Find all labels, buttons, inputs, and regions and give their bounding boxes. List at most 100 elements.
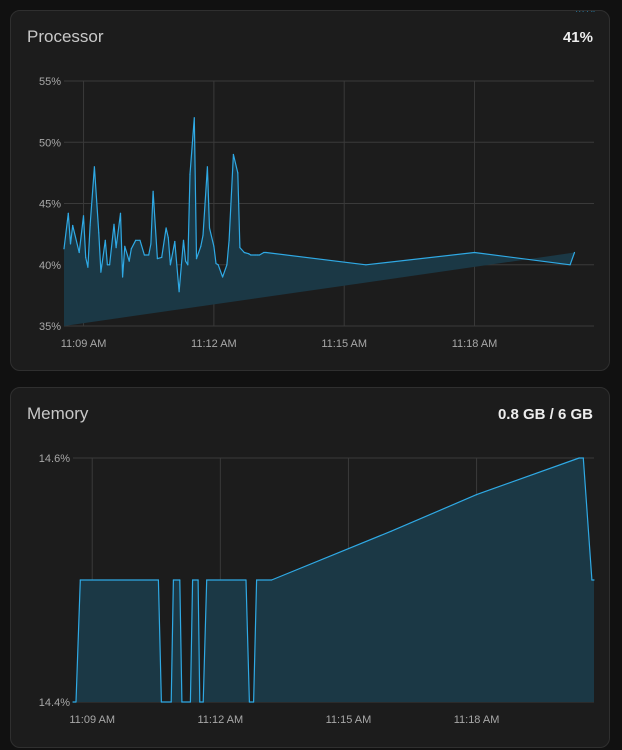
processor-x-tick-label: 11:09 AM xyxy=(61,338,107,350)
processor-data-point xyxy=(139,239,141,241)
processor-data-point xyxy=(167,237,169,239)
processor-data-point xyxy=(104,239,106,241)
processor-data-point xyxy=(239,247,241,249)
memory-data-point xyxy=(170,701,172,703)
processor-data-point xyxy=(187,264,189,266)
processor-data-point xyxy=(193,117,195,119)
memory-data-point xyxy=(271,579,273,581)
processor-data-point xyxy=(248,253,250,255)
processor-data-point xyxy=(185,260,187,262)
processor-data-point xyxy=(569,264,571,266)
processor-data-point xyxy=(106,264,108,266)
processor-data-point xyxy=(215,262,217,265)
processor-data-point xyxy=(200,245,202,247)
processor-data-point xyxy=(85,256,87,258)
processor-data-point xyxy=(78,251,80,254)
processor-data-point xyxy=(576,11,578,12)
processor-data-point xyxy=(135,239,137,241)
processor-y-tick-label: 40% xyxy=(39,260,61,272)
processor-data-point xyxy=(100,271,102,273)
processor-data-point xyxy=(365,264,367,266)
processor-x-tick-label: 11:18 AM xyxy=(452,338,498,350)
processor-data-point xyxy=(119,212,122,214)
memory-data-point xyxy=(578,457,580,459)
memory-data-point xyxy=(75,701,77,703)
processor-data-point xyxy=(208,227,211,229)
processor-data-point xyxy=(254,254,256,256)
memory-x-tick-label: 11:12 AM xyxy=(197,714,243,726)
processor-x-tick-label: 11:15 AM xyxy=(321,338,367,350)
processor-data-point xyxy=(217,264,219,266)
processor-data-point xyxy=(109,264,111,266)
processor-data-point xyxy=(72,224,74,227)
memory-data-point xyxy=(206,579,208,581)
processor-data-point xyxy=(263,251,265,254)
processor-data-point xyxy=(182,239,185,241)
processor-data-point xyxy=(258,254,261,256)
processor-data-point xyxy=(152,190,154,192)
processor-data-point xyxy=(178,291,180,293)
processor-y-tick-label: 45% xyxy=(39,199,61,211)
memory-y-tick-label: 14.6% xyxy=(39,453,70,465)
processor-data-point xyxy=(148,254,150,256)
memory-data-point xyxy=(172,579,174,581)
processor-data-point xyxy=(67,212,69,214)
processor-data-point xyxy=(98,232,100,234)
memory-data-point xyxy=(256,579,258,581)
processor-data-point xyxy=(237,172,239,174)
processor-data-point xyxy=(593,11,595,12)
memory-y-tick-label: 14.4% xyxy=(39,697,70,709)
processor-data-point xyxy=(582,11,584,12)
processor-data-point xyxy=(189,173,191,175)
processor-data-point xyxy=(122,276,124,278)
processor-data-point xyxy=(82,215,85,217)
memory-data-point xyxy=(157,579,159,581)
memory-data-point xyxy=(79,579,81,581)
memory-data-point xyxy=(390,530,392,532)
memory-data-point xyxy=(591,579,593,581)
processor-data-point xyxy=(156,258,158,260)
processor-data-point xyxy=(473,251,476,254)
memory-data-point xyxy=(202,701,204,703)
processor-data-point xyxy=(573,251,576,254)
processor-data-point xyxy=(250,254,252,256)
memory-data-point xyxy=(199,701,201,703)
memory-data-point xyxy=(181,701,183,703)
processor-data-point xyxy=(93,166,95,168)
processor-x-tick-label: 11:12 AM xyxy=(191,338,237,350)
processor-data-point xyxy=(243,251,245,254)
processor-data-point xyxy=(586,11,589,12)
processor-y-tick-label: 35% xyxy=(39,321,61,333)
memory-data-point xyxy=(189,701,191,703)
processor-data-point xyxy=(232,153,234,156)
processor-data-point xyxy=(124,245,126,247)
memory-chart[interactable]: 14.4% 14.6% 11:09 AM 11:12 AM 11:15 AM 11:18 … xyxy=(11,388,611,749)
memory-card[interactable]: Memory 0.8 GB / 6 GB 14.4% 14.6% 11:09 AM 1… xyxy=(10,387,610,748)
processor-data-point xyxy=(226,264,228,266)
processor-data-point xyxy=(206,166,208,168)
processor-card[interactable]: Processor 41% 35% 40% 45% 50% 55% 11:09 AM 11:… xyxy=(10,10,610,371)
memory-data-point xyxy=(160,701,162,703)
processor-chart[interactable]: 35% 40% 45% 50% 55% 11:09 AM 11:12 AM 11:15 AM 1… xyxy=(11,11,611,372)
processor-data-point xyxy=(143,254,145,256)
memory-data-point xyxy=(192,579,194,581)
memory-data-point xyxy=(197,579,199,581)
memory-data-point xyxy=(179,579,181,581)
processor-data-point xyxy=(128,260,130,262)
processor-data-point xyxy=(87,266,89,268)
processor-data-point xyxy=(195,258,198,260)
processor-data-point xyxy=(69,243,72,245)
processor-area-fill xyxy=(64,117,575,326)
processor-data-point xyxy=(174,240,176,243)
processor-y-tick-label: 50% xyxy=(39,137,61,149)
processor-data-point xyxy=(265,251,267,254)
memory-data-point xyxy=(253,701,255,703)
processor-data-point xyxy=(63,248,65,250)
memory-data-point xyxy=(593,579,595,581)
memory-x-tick-label: 11:09 AM xyxy=(69,714,115,726)
memory-data-point xyxy=(248,701,250,703)
processor-data-point xyxy=(222,276,224,278)
memory-data-point xyxy=(72,701,74,703)
processor-data-point xyxy=(89,224,91,227)
memory-data-point xyxy=(476,494,478,496)
